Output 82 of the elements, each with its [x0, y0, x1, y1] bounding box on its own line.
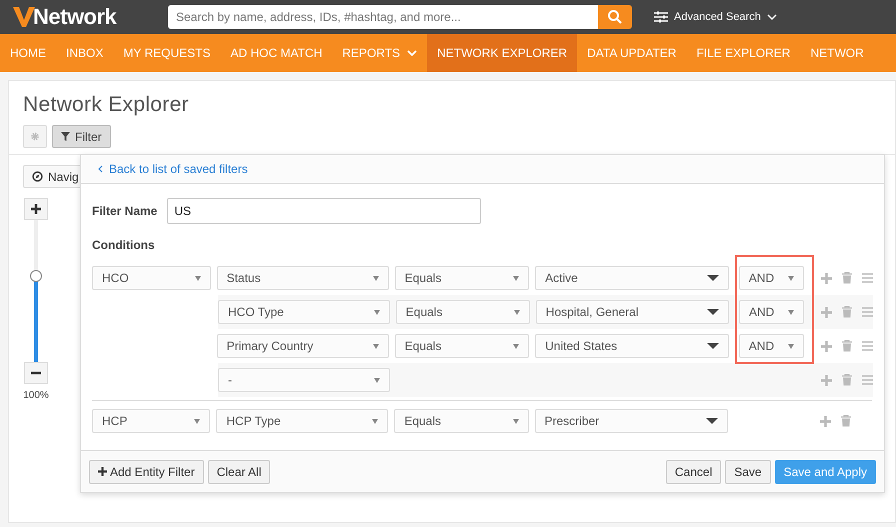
- plus-icon: [98, 467, 107, 476]
- caret-icon: [788, 344, 794, 348]
- minus-icon: [31, 371, 41, 375]
- caret-icon: [372, 418, 378, 424]
- filter-name-label: Filter Name: [92, 204, 158, 218]
- caret-icon: [374, 378, 380, 382]
- caret-icon: [372, 276, 379, 280]
- chevron-down-icon: [407, 50, 418, 56]
- caret-icon: [706, 275, 719, 281]
- advanced-search-button[interactable]: Advanced Search: [648, 10, 783, 24]
- caret-icon: [706, 343, 719, 349]
- add-entity-filter-button[interactable]: Add Entity Filter: [89, 460, 204, 484]
- entity-dropdown[interactable]: HCP: [92, 409, 210, 433]
- plus-icon: [31, 204, 41, 214]
- caret-icon: [706, 309, 719, 315]
- drag-handle-icon[interactable]: [862, 375, 873, 385]
- caret-icon: [513, 344, 520, 348]
- value-dropdown[interactable]: United States: [535, 334, 729, 358]
- v-logo-icon: [12, 5, 36, 29]
- operator-dropdown[interactable]: Equals: [394, 409, 528, 433]
- funnel-icon: [61, 132, 70, 141]
- footer-button[interactable]: Save: [725, 460, 771, 484]
- logic-dropdown[interactable]: AND: [738, 300, 804, 324]
- drag-handle-icon[interactable]: [862, 341, 874, 351]
- page-title: Network Explorer: [23, 93, 190, 117]
- operator-dropdown[interactable]: Equals: [396, 300, 530, 324]
- drag-handle-icon[interactable]: [862, 273, 874, 283]
- settings-button[interactable]: [23, 125, 47, 148]
- caret-icon: [512, 418, 518, 424]
- operator-dropdown[interactable]: Equals: [394, 334, 530, 358]
- add-icon[interactable]: [821, 306, 832, 318]
- filter-button[interactable]: Filter: [52, 125, 111, 148]
- entity-dropdown[interactable]: HCO: [92, 266, 211, 290]
- add-icon[interactable]: [821, 272, 832, 284]
- settings-icon: [30, 131, 40, 142]
- add-icon[interactable]: [820, 416, 831, 426]
- field-dropdown[interactable]: Status: [216, 266, 389, 290]
- trash-icon[interactable]: [842, 374, 852, 386]
- add-icon[interactable]: [821, 340, 832, 352]
- trash-icon[interactable]: [842, 306, 852, 318]
- clear-all-button[interactable]: Clear All: [208, 460, 270, 484]
- trash-icon[interactable]: [842, 340, 852, 352]
- zoom-in-button[interactable]: [24, 198, 48, 220]
- compass-icon: [32, 171, 43, 182]
- caret-icon: [706, 418, 718, 424]
- caret-icon: [514, 310, 520, 314]
- filter-name-field[interactable]: US: [167, 198, 482, 224]
- caret-icon: [513, 276, 520, 280]
- value-dropdown[interactable]: Hospital, General: [536, 300, 729, 324]
- field-dropdown[interactable]: -: [218, 368, 390, 392]
- zoom-out-button[interactable]: [24, 362, 48, 384]
- caret-icon: [372, 344, 379, 348]
- caret-icon: [194, 276, 201, 280]
- search-button[interactable]: [598, 5, 632, 29]
- field-dropdown[interactable]: Primary Country: [216, 334, 389, 358]
- add-icon[interactable]: [821, 374, 832, 386]
- conditions-label: Conditions: [92, 238, 156, 252]
- operator-dropdown[interactable]: Equals: [394, 266, 530, 290]
- footer-button[interactable]: Cancel: [666, 460, 722, 484]
- logo-text: Network: [33, 4, 116, 30]
- field-dropdown[interactable]: HCP Type: [216, 409, 388, 433]
- field-dropdown[interactable]: HCO Type: [218, 300, 390, 324]
- search-icon: [607, 9, 623, 25]
- caret-icon: [788, 310, 794, 314]
- trash-icon[interactable]: [842, 272, 852, 284]
- zoom-reading: 100%: [23, 390, 49, 401]
- value-dropdown[interactable]: Active: [535, 266, 729, 290]
- value-dropdown[interactable]: Prescriber: [534, 409, 728, 433]
- caret-icon: [788, 276, 794, 280]
- chevron-left-icon: [98, 165, 103, 173]
- caret-icon: [374, 310, 380, 314]
- back-link[interactable]: Back to list of saved filters: [98, 162, 248, 176]
- slider-thumb[interactable]: [30, 270, 42, 282]
- logic-dropdown[interactable]: AND: [738, 266, 804, 290]
- caret-icon: [194, 418, 200, 424]
- drag-handle-icon[interactable]: [862, 307, 873, 317]
- trash-icon[interactable]: [840, 415, 851, 427]
- logo[interactable]: Network: [12, 4, 168, 30]
- search-field[interactable]: Search by name, address, IDs, #hashtag, and more...: [168, 5, 598, 29]
- chevron-down-icon: [766, 14, 777, 20]
- sliders-icon: [654, 11, 668, 23]
- logic-dropdown[interactable]: AND: [738, 334, 804, 358]
